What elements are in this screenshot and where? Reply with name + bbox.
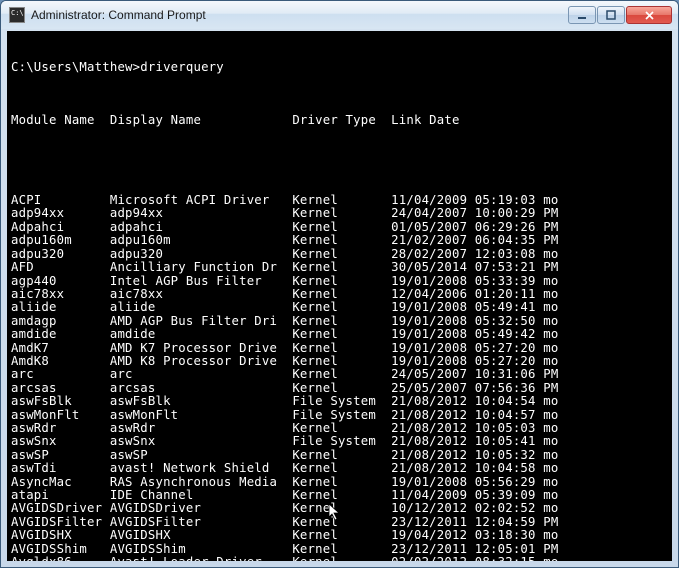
minimize-icon xyxy=(577,10,588,21)
minimize-button[interactable] xyxy=(568,6,596,24)
titlebar[interactable]: Administrator: Command Prompt xyxy=(1,1,678,29)
driver-row: AmdK7 AMD K7 Processor Drive Kernel 19/0… xyxy=(11,342,668,355)
driver-row: aswTdi avast! Network Shield Kernel 21/0… xyxy=(11,462,668,475)
driver-row: aswMonFlt aswMonFlt File System 21/08/20… xyxy=(11,409,668,422)
driver-row: AsyncMac RAS Asynchronous Media Kernel 1… xyxy=(11,476,668,489)
header-row: Module Name Display Name Driver Type Lin… xyxy=(11,114,668,127)
driver-row: adp94xx adp94xx Kernel 24/04/2007 10:00:… xyxy=(11,207,668,220)
driver-row: atapi IDE Channel Kernel 11/04/2009 05:3… xyxy=(11,489,668,502)
driver-row: AVGIDSHX AVGIDSHX Kernel 19/04/2012 03:1… xyxy=(11,529,668,542)
driver-row: AVGIDSDriver AVGIDSDriver Kernel 10/12/2… xyxy=(11,502,668,515)
window-buttons xyxy=(568,6,672,24)
driver-row: ACPI Microsoft ACPI Driver Kernel 11/04/… xyxy=(11,194,668,207)
driver-row: arcsas arcsas Kernel 25/05/2007 07:56:36… xyxy=(11,382,668,395)
driver-row: adpu320 adpu320 Kernel 28/02/2007 12:03:… xyxy=(11,248,668,261)
driver-row: agp440 Intel AGP Bus Filter Kernel 19/01… xyxy=(11,275,668,288)
driver-row: amdide amdide Kernel 19/01/2008 05:49:42… xyxy=(11,328,668,341)
driver-row: AmdK8 AMD K8 Processor Drive Kernel 19/0… xyxy=(11,355,668,368)
driver-row: aic78xx aic78xx Kernel 12/04/2006 01:20:… xyxy=(11,288,668,301)
maximize-button[interactable] xyxy=(597,6,625,24)
driver-row: arc arc Kernel 24/05/2007 10:31:06 PM xyxy=(11,368,668,381)
driver-row: AVGIDSShim AVGIDSShim Kernel 23/12/2011 … xyxy=(11,543,668,556)
prompt-line: C:\Users\Matthew>driverquery xyxy=(11,61,668,74)
close-icon xyxy=(644,10,655,21)
driver-row: aswSnx aswSnx File System 21/08/2012 10:… xyxy=(11,435,668,448)
driver-row: adpu160m adpu160m Kernel 21/02/2007 06:0… xyxy=(11,234,668,247)
driver-row: amdagp AMD AGP Bus Filter Dri Kernel 19/… xyxy=(11,315,668,328)
command-prompt-window: Administrator: Command Prompt C:\Users\M… xyxy=(0,0,679,568)
driver-row: aswFsBlk aswFsBlk File System 21/08/2012… xyxy=(11,395,668,408)
driver-row: Adpahci adpahci Kernel 01/05/2007 06:29:… xyxy=(11,221,668,234)
driver-row: aliide aliide Kernel 19/01/2008 05:49:41… xyxy=(11,301,668,314)
window-title: Administrator: Command Prompt xyxy=(31,8,568,22)
driver-row: aswRdr aswRdr Kernel 21/08/2012 10:05:03… xyxy=(11,422,668,435)
close-button[interactable] xyxy=(626,6,672,24)
driver-row: Avgldx86 Avast! Loader Driver Kernel 02/… xyxy=(11,556,668,561)
driver-row: AVGIDSFilter AVGIDSFilter Kernel 23/12/2… xyxy=(11,516,668,529)
driver-row: AFD Ancilliary Function Dr Kernel 30/05/… xyxy=(11,261,668,274)
console-output[interactable]: C:\Users\Matthew>driverquery Module Name… xyxy=(7,31,672,561)
maximize-icon xyxy=(606,10,617,21)
cmd-icon xyxy=(9,7,25,23)
driver-row: aswSP aswSP Kernel 21/08/2012 10:05:32 m… xyxy=(11,449,668,462)
